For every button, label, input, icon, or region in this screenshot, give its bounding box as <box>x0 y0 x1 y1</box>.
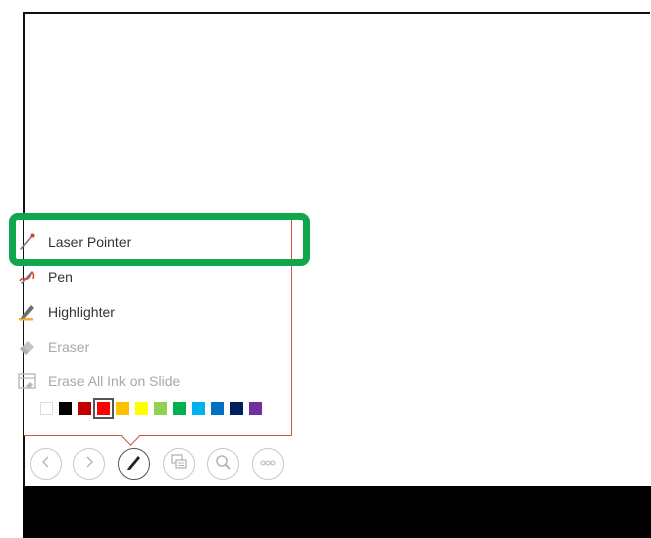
color-swatch[interactable] <box>192 402 205 415</box>
previous-slide-button[interactable] <box>30 448 62 480</box>
color-swatch[interactable] <box>59 402 72 415</box>
color-swatch[interactable] <box>93 398 114 419</box>
menu-item-pen[interactable]: Pen <box>16 264 256 290</box>
menu-item-label: Laser Pointer <box>48 234 132 250</box>
chevron-left-icon <box>39 455 53 474</box>
menu-item-label: Pen <box>48 269 73 285</box>
color-swatch[interactable] <box>135 402 148 415</box>
color-swatch[interactable] <box>154 402 167 415</box>
magnifier-icon <box>214 453 232 476</box>
chevron-right-icon <box>82 455 96 474</box>
color-swatch[interactable] <box>40 402 53 415</box>
erase-all-icon <box>16 370 38 392</box>
color-swatch[interactable] <box>230 402 243 415</box>
menu-item-eraser[interactable]: Eraser <box>16 334 256 360</box>
see-all-slides-button[interactable] <box>163 448 195 480</box>
highlighter-icon <box>16 301 38 323</box>
slides-grid-icon <box>170 453 188 476</box>
zoom-button[interactable] <box>207 448 239 480</box>
pen-icon <box>124 452 144 477</box>
color-swatch[interactable] <box>78 402 91 415</box>
color-swatch[interactable] <box>249 402 262 415</box>
menu-item-label: Erase All Ink on Slide <box>48 373 181 389</box>
next-slide-button[interactable] <box>73 448 105 480</box>
color-swatch[interactable] <box>116 402 129 415</box>
color-swatch[interactable] <box>211 402 224 415</box>
menu-item-erase-all-ink[interactable]: Erase All Ink on Slide <box>16 368 256 394</box>
laser-pointer-icon <box>16 231 38 253</box>
ellipsis-icon <box>259 455 277 473</box>
ink-color-palette <box>40 398 262 419</box>
pen-tools-button[interactable] <box>118 448 150 480</box>
pen-icon <box>16 266 38 288</box>
menu-item-label: Highlighter <box>48 304 115 320</box>
eraser-icon <box>16 336 38 358</box>
more-options-button[interactable] <box>252 448 284 480</box>
menu-item-highlighter[interactable]: Highlighter <box>16 299 256 325</box>
bottom-black-bar <box>23 486 651 538</box>
menu-item-label: Eraser <box>48 339 90 355</box>
color-swatch[interactable] <box>173 402 186 415</box>
presenter-view: Laser Pointer Pen Highlighter Eraser Era… <box>0 0 651 538</box>
menu-item-laser-pointer[interactable]: Laser Pointer <box>16 229 256 255</box>
